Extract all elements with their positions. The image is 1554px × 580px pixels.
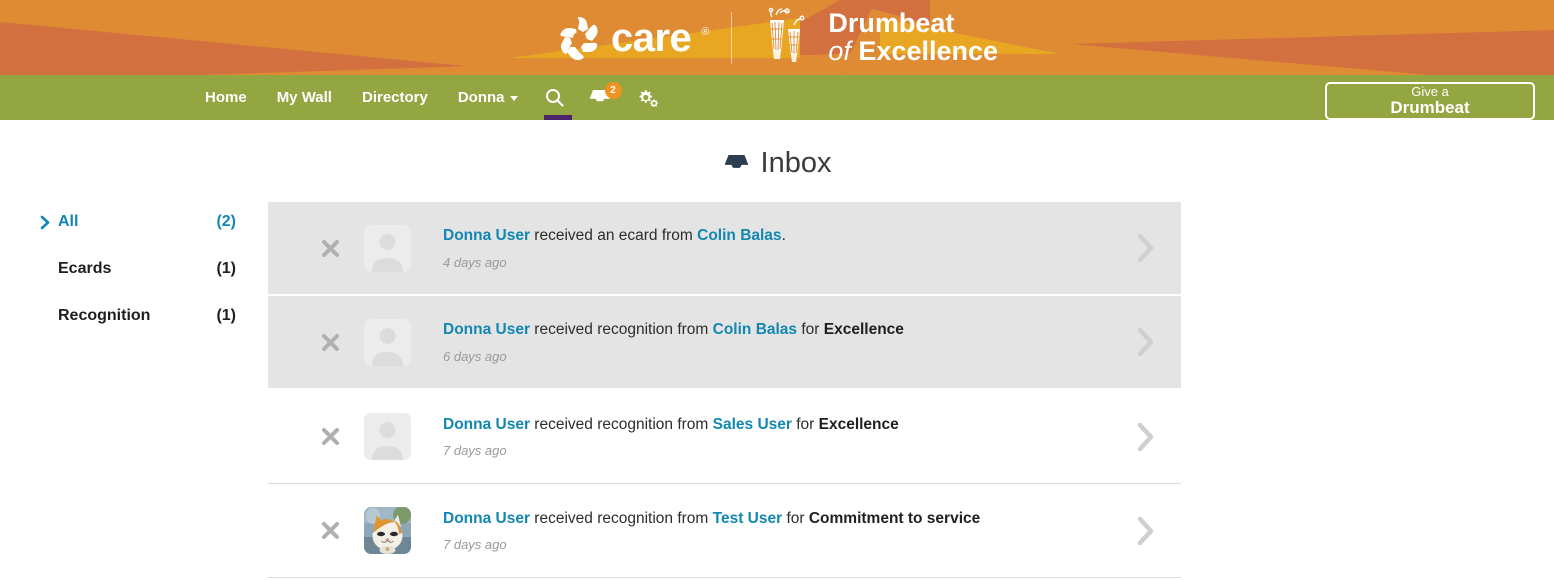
sidebar-item-ecards-label: Ecards <box>58 260 112 277</box>
message-middle-text: received recognition from <box>530 321 713 339</box>
brand-header: care ® Drumbeat of Excellence <box>0 0 1554 75</box>
nav-item-my-wall[interactable]: My Wall <box>262 75 347 120</box>
table-row[interactable]: Donna User received recognition from Tes… <box>268 484 1181 578</box>
avatar <box>364 318 411 366</box>
nav-user-label: Donna <box>457 89 505 106</box>
avatar <box>364 224 411 272</box>
message-body: Donna User received recognition from Tes… <box>411 509 1111 553</box>
close-x-icon[interactable] <box>302 333 358 352</box>
message-body: Donna User received recognition from Col… <box>411 320 1111 364</box>
inbox-filter-sidebar: All (2) Ecards (1) Recognition (1) <box>0 202 268 578</box>
inbox-icon[interactable]: 2 <box>576 75 624 120</box>
table-row[interactable]: Donna User received an ecard from Colin … <box>268 202 1181 296</box>
message-award: Excellence <box>818 415 899 433</box>
registered-mark: ® <box>701 25 710 38</box>
message-award: Excellence <box>823 321 904 339</box>
message-recipient-link[interactable]: Donna User <box>443 416 530 433</box>
sidebar-item-all-count: (2) <box>216 213 236 230</box>
settings-gears-icon[interactable] <box>624 75 670 120</box>
care-logo[interactable]: care ® <box>556 15 709 61</box>
message-for-label: for <box>782 509 809 527</box>
message-body: Donna User received an ecard from Colin … <box>411 226 1111 270</box>
avatar <box>364 507 411 554</box>
message-for-label: for <box>797 321 824 339</box>
message-timestamp: 7 days ago <box>443 537 507 553</box>
inbox-icon <box>723 152 750 176</box>
message-timestamp: 6 days ago <box>443 348 507 364</box>
sidebar-item-recognition[interactable]: Recognition (1) <box>40 302 236 330</box>
logo-divider <box>731 11 733 64</box>
close-x-icon[interactable] <box>302 239 358 258</box>
drumbeat-title-of: of <box>828 36 851 66</box>
message-for-label: for <box>791 415 819 433</box>
message-sender-link[interactable]: Test User <box>713 510 783 527</box>
message-middle-text: received recognition from <box>530 415 713 433</box>
message-timestamp: 7 days ago <box>443 443 507 459</box>
sidebar-item-all[interactable]: All (2) <box>40 208 236 236</box>
message-middle-text: received recognition from <box>530 509 713 527</box>
avatar <box>364 413 411 460</box>
page-title: Inbox <box>0 147 1554 180</box>
table-row[interactable]: Donna User received recognition from Col… <box>268 296 1181 390</box>
drumbeat-title: Drumbeat of Excellence <box>828 10 998 65</box>
care-hands-circle-icon <box>556 15 602 61</box>
message-middle-text: received an ecard from <box>530 227 698 245</box>
close-x-icon[interactable] <box>302 521 358 540</box>
message-sender-link[interactable]: Colin Balas <box>713 321 797 338</box>
chevron-right-icon[interactable] <box>1111 515 1181 547</box>
chevron-right-icon[interactable] <box>1111 232 1181 264</box>
sidebar-item-recognition-label: Recognition <box>58 307 151 324</box>
page-title-text: Inbox <box>760 147 832 179</box>
drums-illustration-icon <box>754 7 818 69</box>
nav-item-home[interactable]: Home <box>205 75 262 120</box>
main-navigation-bar: Home My Wall Directory Donna 2 Give a Dr… <box>0 75 1554 120</box>
nav-item-user-menu[interactable]: Donna <box>443 75 533 120</box>
give-button-line1: Give a <box>1411 84 1449 100</box>
inbox-message-list: Donna User received an ecard from Colin … <box>268 202 1181 578</box>
message-timestamp: 4 days ago <box>443 254 507 270</box>
message-sender-link[interactable]: Colin Balas <box>697 227 781 244</box>
message-suffix: . <box>781 227 786 245</box>
message-body: Donna User received recognition from Sal… <box>411 415 1111 459</box>
give-a-drumbeat-button[interactable]: Give a Drumbeat <box>1325 82 1535 120</box>
sidebar-item-all-label: All <box>58 213 79 230</box>
message-text: Donna User received recognition from Tes… <box>443 509 1043 529</box>
message-text: Donna User received an ecard from Colin … <box>443 226 1043 246</box>
active-tab-indicator <box>544 115 572 120</box>
drumbeat-title-excellence: Excellence <box>858 36 999 66</box>
care-wordmark: care <box>610 15 692 60</box>
message-award: Commitment to service <box>808 509 981 527</box>
nav-item-directory[interactable]: Directory <box>347 75 443 120</box>
search-icon[interactable] <box>533 75 576 120</box>
message-recipient-link[interactable]: Donna User <box>443 321 530 338</box>
page-content: All (2) Ecards (1) Recognition (1) Donna… <box>0 202 1554 578</box>
inbox-unread-badge: 2 <box>604 82 622 99</box>
chevron-right-icon[interactable] <box>1111 326 1181 358</box>
chevron-right-icon[interactable] <box>1111 421 1181 453</box>
close-x-icon[interactable] <box>302 427 358 446</box>
table-row[interactable]: Donna User received recognition from Sal… <box>268 390 1181 484</box>
message-text: Donna User received recognition from Sal… <box>443 415 1043 435</box>
chevron-right-icon <box>40 215 50 230</box>
message-recipient-link[interactable]: Donna User <box>443 510 530 527</box>
message-recipient-link[interactable]: Donna User <box>443 227 530 244</box>
give-button-line2: Drumbeat <box>1390 97 1470 117</box>
drumbeat-title-line1: Drumbeat <box>828 8 955 38</box>
sidebar-item-recognition-count: (1) <box>216 307 236 324</box>
sidebar-item-ecards-count: (1) <box>216 260 236 277</box>
message-text: Donna User received recognition from Col… <box>443 320 1043 340</box>
chevron-down-icon <box>509 95 518 101</box>
message-sender-link[interactable]: Sales User <box>713 416 792 433</box>
sidebar-item-ecards[interactable]: Ecards (1) <box>40 255 236 283</box>
